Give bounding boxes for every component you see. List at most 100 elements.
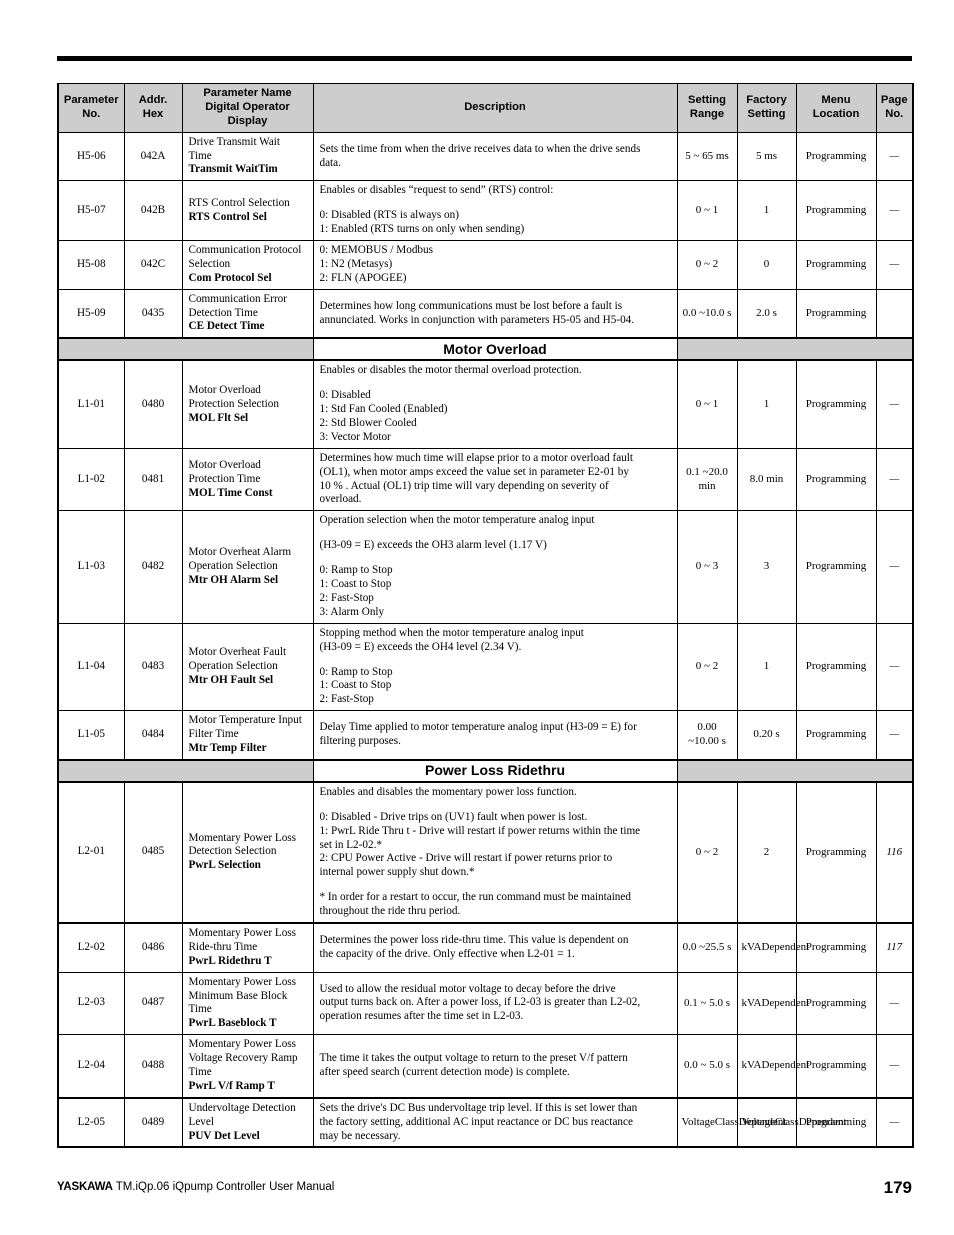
cell-description: Determines the power loss ride-thru time… — [312, 922, 678, 973]
table-header: Parameter No. Addr. Hex Parameter Name D… — [57, 83, 914, 133]
column-header-param-name-line2: Digital Operator — [205, 100, 290, 113]
column-header-param-name-line3: Display — [227, 114, 268, 127]
description-line: Enables and disables the momentary power… — [319, 785, 577, 798]
cell-addr-hex: 0481 — [123, 447, 183, 512]
cell-setting-range: 0.0 ~ 5.0 s — [676, 1034, 738, 1099]
cell-addr-hex: 042B — [123, 180, 183, 242]
cell-page-no: — — [875, 1034, 914, 1099]
description-line: Determines the power loss ride-thru time… — [319, 933, 629, 946]
parameter-name-line: Detection Time — [188, 306, 258, 319]
column-header-addr-line2: Hex — [142, 107, 164, 120]
cell-parameter-no: L2-03 — [57, 971, 125, 1036]
cell-parameter-name: Momentary Power Loss Detection Selection P… — [181, 780, 314, 924]
description-line: The time it takes the output voltage to … — [319, 1052, 628, 1065]
table-row: L2-01 0485 Momentary Power Loss Detection S… — [57, 780, 914, 924]
parameter-name-line: Communication Error — [188, 292, 288, 305]
description-line: Used to allow the residual motor voltage… — [319, 982, 616, 995]
factory-setting-line: kVA — [741, 940, 762, 953]
description-line: (OL1), when motor amps exceed the value … — [319, 465, 629, 478]
column-header-factory-setting: Factory Setting — [736, 83, 797, 133]
digital-operator-display: CE Detect Time — [188, 320, 265, 333]
description-line: * In order for a restart to occur, the r… — [319, 891, 631, 904]
parameter-name-line: Protection Time — [188, 472, 261, 485]
description-line: operation resumes after the time set in … — [319, 1010, 524, 1023]
footer-brand: YASKAWA — [57, 1181, 113, 1193]
cell-parameter-no: L2-01 — [57, 780, 125, 924]
cell-factory-setting: 1 — [736, 622, 797, 712]
table-row: H5-08 042C Communication Protocol Selection… — [57, 240, 914, 290]
column-header-addr-hex: Addr. Hex — [123, 83, 183, 133]
description-line: Stopping method when the motor temperatu… — [319, 626, 584, 639]
factory-setting-line: 8.0 min — [749, 472, 784, 485]
table-body: H5-06 042A Drive Transmit Wait Time Transmit… — [57, 131, 914, 1149]
cell-parameter-name: Undervoltage Detection Level PUV Det Level — [181, 1097, 314, 1149]
description-line: may be necessary. — [319, 1129, 401, 1142]
setting-range-line: 10.0 s — [705, 306, 732, 319]
table-row: L2-05 0489 Undervoltage Detection Level PUV … — [57, 1097, 914, 1149]
digital-operator-display: Com Protocol Sel — [188, 271, 272, 284]
setting-range-line: 0 ~ 1 — [695, 397, 719, 410]
description-gap — [320, 655, 672, 666]
description-line: Determines how long communications must … — [319, 299, 623, 312]
footer-doc-title: TM.iQp.06 iQpump Controller User Manual — [112, 1181, 335, 1193]
cell-parameter-no: L2-02 — [57, 922, 125, 973]
cell-parameter-name: RTS Control Selection RTS Control Sel — [181, 180, 314, 242]
description-line: 2: Fast-Stop — [319, 591, 374, 604]
description-line: Sets the time from when the drive receiv… — [319, 142, 641, 155]
description-line: 10 % . Actual (OL1) trip time will vary … — [319, 479, 609, 492]
cell-description: Enables and disables the momentary power… — [312, 780, 678, 924]
description-line: overload. — [319, 493, 362, 506]
description-gap — [320, 880, 672, 891]
cell-page-no: 117 — [875, 922, 914, 973]
cell-factory-setting: VoltageClassDependent — [736, 1097, 846, 1149]
cell-parameter-no: H5-06 — [57, 131, 125, 182]
column-header-setting-range-line2: Range — [689, 107, 725, 120]
cell-setting-range: 0 ~ 2 — [676, 780, 738, 924]
cell-setting-range: 0.0 ~25.5 s — [676, 922, 738, 973]
description-line: 0: Disabled - Drive trips on (UV1) fault… — [319, 810, 588, 823]
factory-setting-line: Class — [774, 1115, 799, 1128]
cell-menu-location: Programming — [795, 1097, 877, 1149]
table-row: L2-02 0486 Momentary Power Loss Ride-thru T… — [57, 922, 914, 973]
parameter-name-line: Operation Selection — [188, 560, 278, 573]
table-row: H5-07 042B RTS Control Selection RTS Contro… — [57, 180, 914, 242]
cell-parameter-no: L1-05 — [57, 710, 125, 761]
description-gap — [320, 378, 672, 389]
cell-page-no: — — [875, 622, 914, 712]
cell-parameter-name: Communication Error Detection Time CE Dete… — [181, 288, 314, 340]
digital-operator-display: PwrL Selection — [188, 859, 261, 872]
parameter-name-line: Motor Temperature Input — [188, 714, 302, 727]
digital-operator-display: PwrL V/f Ramp T — [188, 1079, 275, 1092]
setting-range-line: 0 ~ 3 — [695, 560, 719, 573]
cell-page-no: — — [875, 180, 914, 242]
factory-setting-line: 2.0 s — [756, 306, 777, 319]
column-header-description: Description — [312, 83, 678, 133]
cell-menu-location: Programming — [795, 971, 877, 1036]
cell-addr-hex: 0485 — [123, 780, 183, 924]
parameter-name-line: Momentary Power Loss — [188, 831, 297, 844]
cell-addr-hex: 0480 — [123, 359, 183, 449]
parameter-name-line: Communication Protocol — [188, 244, 302, 257]
cell-menu-location: Programming — [795, 710, 877, 761]
cell-description: Sets the time from when the drive receiv… — [312, 131, 678, 182]
cell-addr-hex: 0435 — [123, 288, 183, 340]
factory-setting-line: 2 — [763, 845, 770, 858]
digital-operator-display: PUV Det Level — [188, 1129, 260, 1142]
section-header-row: Motor Overload — [57, 337, 914, 362]
table-row: L2-03 0487 Momentary Power Loss Minimum Bas… — [57, 971, 914, 1036]
manual-page: Parameter No. Addr. Hex Parameter Name D… — [0, 0, 954, 1235]
parameter-name-line: Undervoltage Detection — [188, 1101, 296, 1114]
parameter-name-line: Momentary Power Loss — [188, 926, 297, 939]
cell-description: The time it takes the output voltage to … — [312, 1034, 678, 1099]
cell-addr-hex: 0487 — [123, 971, 183, 1036]
table-row: L1-03 0482 Motor Overheat Alarm Operation S… — [57, 510, 914, 624]
factory-setting-line: 1 — [763, 397, 770, 410]
cell-parameter-name: Motor Overload Protection Selection MOL Fl… — [181, 359, 314, 449]
cell-parameter-no: H5-08 — [57, 240, 125, 290]
footer-document-line: YASKAWA TM.iQp.06 iQpump Controller User… — [57, 1181, 334, 1193]
cell-page-no: — — [875, 359, 914, 449]
digital-operator-display: Mtr Temp Filter — [188, 741, 267, 754]
cell-page-no: — — [875, 971, 914, 1036]
cell-parameter-name: Motor Overheat Fault Operation Selection M… — [181, 622, 314, 712]
cell-parameter-no: L1-03 — [57, 510, 125, 624]
